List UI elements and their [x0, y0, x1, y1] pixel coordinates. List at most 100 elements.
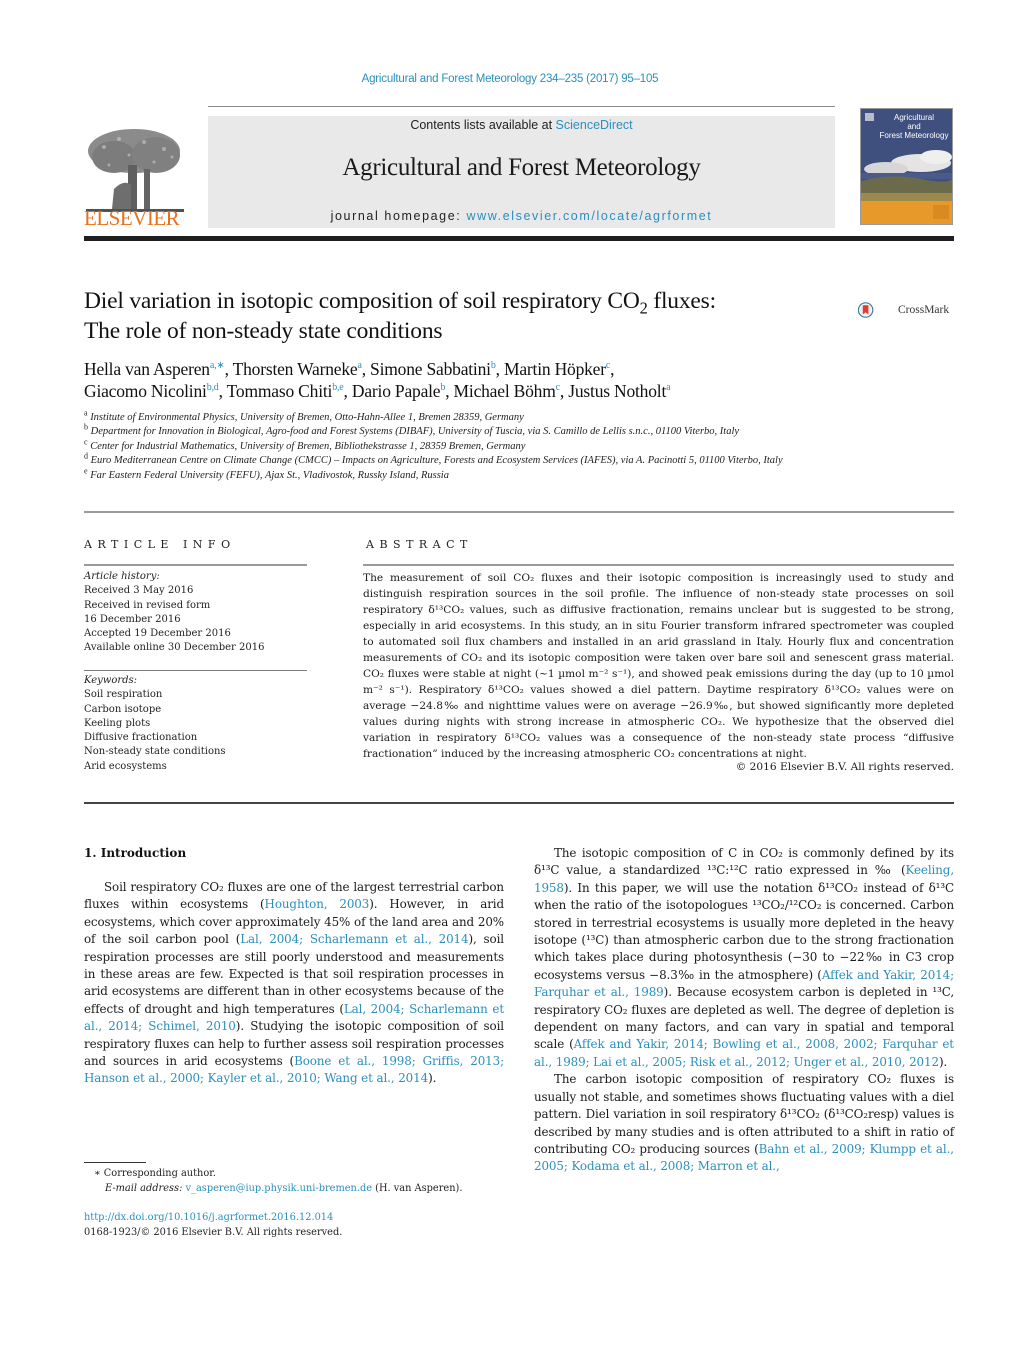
- journal-banner: Contents lists available at ScienceDirec…: [208, 116, 835, 228]
- cover-title-line1: Agricultural: [893, 113, 934, 122]
- affiliation-item: e Far Eastern Federal University (FEFU),…: [84, 467, 844, 483]
- article-title: Diel variation in isotopic composition o…: [84, 286, 824, 346]
- keyword-item: Diffusive fractionation: [84, 732, 198, 744]
- author[interactable]: Martin Höpker: [504, 359, 606, 379]
- history-item: Received in revised form: [84, 599, 211, 611]
- body-text: The isotopic composition of C in CO₂ is …: [534, 846, 954, 878]
- keyword-item: Soil respiration: [84, 689, 163, 701]
- article-info-heading: ARTICLE INFO: [84, 538, 236, 551]
- history-item: 16 December 2016: [84, 613, 181, 625]
- affiliation-item: d Euro Mediterranean Centre on Climate C…: [84, 452, 844, 468]
- author[interactable]: Tommaso Chiti: [227, 381, 333, 401]
- author[interactable]: Thorsten Warneke: [233, 359, 358, 379]
- corresponding-author-label: Corresponding author.: [103, 1168, 216, 1179]
- running-header[interactable]: Agricultural and Forest Meteorology 234–…: [0, 73, 1020, 85]
- title-subscript: 2: [639, 298, 648, 318]
- cover-title-line2: and: [907, 122, 921, 131]
- keyword-item: Carbon isotope: [84, 703, 162, 715]
- footnote-rule: [84, 1162, 146, 1163]
- author[interactable]: Hella van Asperen: [84, 359, 210, 379]
- history-item: Available online 30 December 2016: [84, 642, 265, 654]
- body-right-column: The isotopic composition of C in CO₂ is …: [534, 845, 954, 1176]
- author-list: Hella van Asperena,∗, Thorsten Warneke a,…: [84, 358, 944, 402]
- citation-link[interactable]: Affek and Yakir, 2014; Bowling et al., 2…: [534, 1037, 954, 1068]
- affiliation-item: b Department for Innovation in Biologica…: [84, 423, 844, 439]
- email-link[interactable]: v_asperen@iup.physik.uni-bremen.de: [186, 1183, 373, 1194]
- email-label: E-mail address:: [105, 1182, 183, 1194]
- article-history-label: Article history:: [84, 571, 160, 582]
- title-part2: fluxes:: [647, 288, 716, 314]
- author-separator: ,: [559, 381, 569, 401]
- journal-cover-image[interactable]: Agricultural and Forest Meteorology: [860, 108, 953, 225]
- keywords-label: Keywords:: [84, 675, 138, 686]
- doi-link[interactable]: http://dx.doi.org/10.1016/j.agrformet.20…: [84, 1211, 342, 1226]
- author-separator: ,: [361, 359, 371, 379]
- keyword-item: Keeling plots: [84, 717, 151, 729]
- abstract-text: The measurement of soil CO₂ fluxes and t…: [363, 572, 954, 760]
- email-suffix: (H. van Asperen).: [372, 1182, 463, 1194]
- journal-title: Agricultural and Forest Meteorology: [342, 154, 701, 181]
- issn-copyright: 0168-1923/© 2016 Elsevier B.V. All right…: [84, 1226, 343, 1238]
- author-affiliation-marker[interactable]: a,∗: [210, 360, 225, 371]
- history-item: Accepted 19 December 2016: [84, 628, 231, 640]
- contents-line: Contents lists available at ScienceDirec…: [208, 118, 835, 132]
- author-affiliation-marker[interactable]: b,e: [332, 382, 344, 393]
- author-separator: ,: [495, 359, 504, 379]
- citation-link[interactable]: Houghton, 2003: [265, 897, 370, 911]
- body-text: ).: [428, 1071, 437, 1086]
- crossmark-icon[interactable]: [858, 290, 898, 330]
- affiliation-item: a Institute of Environmental Physics, Un…: [84, 409, 844, 425]
- body-text: ).: [938, 1054, 948, 1069]
- cover-title-line3: Forest Meteorology: [879, 131, 949, 140]
- author[interactable]: Michael Böhm: [454, 381, 556, 401]
- abstract-bottom-rule: [84, 802, 954, 804]
- masthead-top-rule: [208, 106, 835, 107]
- author-separator: ,: [445, 381, 454, 401]
- keywords-rule: [84, 670, 307, 671]
- contents-prefix: Contents lists available at: [410, 118, 556, 132]
- article-history-list: Received 3 May 2016 Received in revised f…: [84, 584, 314, 655]
- keyword-item: Arid ecosystems: [84, 760, 167, 772]
- masthead-divider: [84, 236, 954, 241]
- doi-block: http://dx.doi.org/10.1016/j.agrformet.20…: [84, 1211, 342, 1240]
- author-affiliation-marker[interactable]: a: [666, 382, 670, 393]
- affiliation-text: Institute of Environmental Physics, Univ…: [87, 412, 524, 423]
- article-info-rule: [84, 564, 307, 566]
- corresponding-author-footnote: ∗ Corresponding author. E-mail address: …: [84, 1167, 514, 1196]
- footnote-marker: ∗: [94, 1168, 101, 1179]
- homepage-line: journal homepage: www.elsevier.com/locat…: [208, 209, 835, 223]
- author[interactable]: Justus Notholt: [568, 381, 666, 401]
- author[interactable]: Simone Sabbatini: [370, 359, 491, 379]
- homepage-prefix: journal homepage:: [330, 209, 467, 223]
- affiliation-text: Far Eastern Federal University (FEFU), A…: [87, 469, 449, 481]
- affiliation-item: c Center for Industrial Mathematics, Uni…: [84, 438, 844, 454]
- journal-homepage-link[interactable]: www.elsevier.com/locate/agrformet: [466, 209, 712, 223]
- history-item: Received 3 May 2016: [84, 585, 194, 597]
- keywords-block: Keywords: Soil respiration Carbon isotope…: [84, 674, 314, 774]
- author-affiliation-marker[interactable]: b,d: [207, 382, 219, 393]
- abstract-rule: [363, 564, 954, 566]
- body-left-column: Soil respiratory CO₂ fluxes are one of t…: [84, 879, 504, 1088]
- author-separator: ,: [343, 381, 352, 401]
- keyword-list: Soil respiration Carbon isotope Keeling pl…: [84, 688, 314, 774]
- author-separator: ,: [610, 359, 615, 379]
- elsevier-wordmark[interactable]: ELSEVIER: [84, 206, 180, 231]
- affiliation-list: a Institute of Environmental Physics, Un…: [84, 409, 844, 483]
- crossmark-label[interactable]: CrossMark: [898, 304, 949, 316]
- citation-link[interactable]: Lal, 2004; Scharlemann et al., 2014: [240, 932, 468, 946]
- article-history: Article history: Received 3 May 2016 Rece…: [84, 570, 314, 656]
- author[interactable]: Dario Papale: [352, 381, 441, 401]
- affiliation-text: Euro Mediterranean Centre on Climate Cha…: [88, 455, 783, 467]
- author-separator: ,: [224, 359, 233, 379]
- keyword-item: Non-steady state conditions: [84, 746, 226, 758]
- intro-paragraph-1: Soil respiratory CO₂ fluxes are one of t…: [84, 879, 504, 1088]
- intro-paragraph-3: The carbon isotopic composition of respi…: [534, 1071, 954, 1175]
- abstract-heading: ABSTRACT: [366, 538, 473, 551]
- section-heading-introduction: 1. Introduction: [84, 846, 187, 860]
- intro-paragraph-2: The isotopic composition of C in CO₂ is …: [534, 845, 954, 1071]
- title-part1: Diel variation in isotopic composition o…: [84, 288, 640, 314]
- author-separator: ,: [218, 381, 227, 401]
- author[interactable]: Giacomo Nicolini: [84, 381, 207, 401]
- sciencedirect-link[interactable]: ScienceDirect: [556, 118, 633, 132]
- header-bottom-rule: [84, 511, 954, 513]
